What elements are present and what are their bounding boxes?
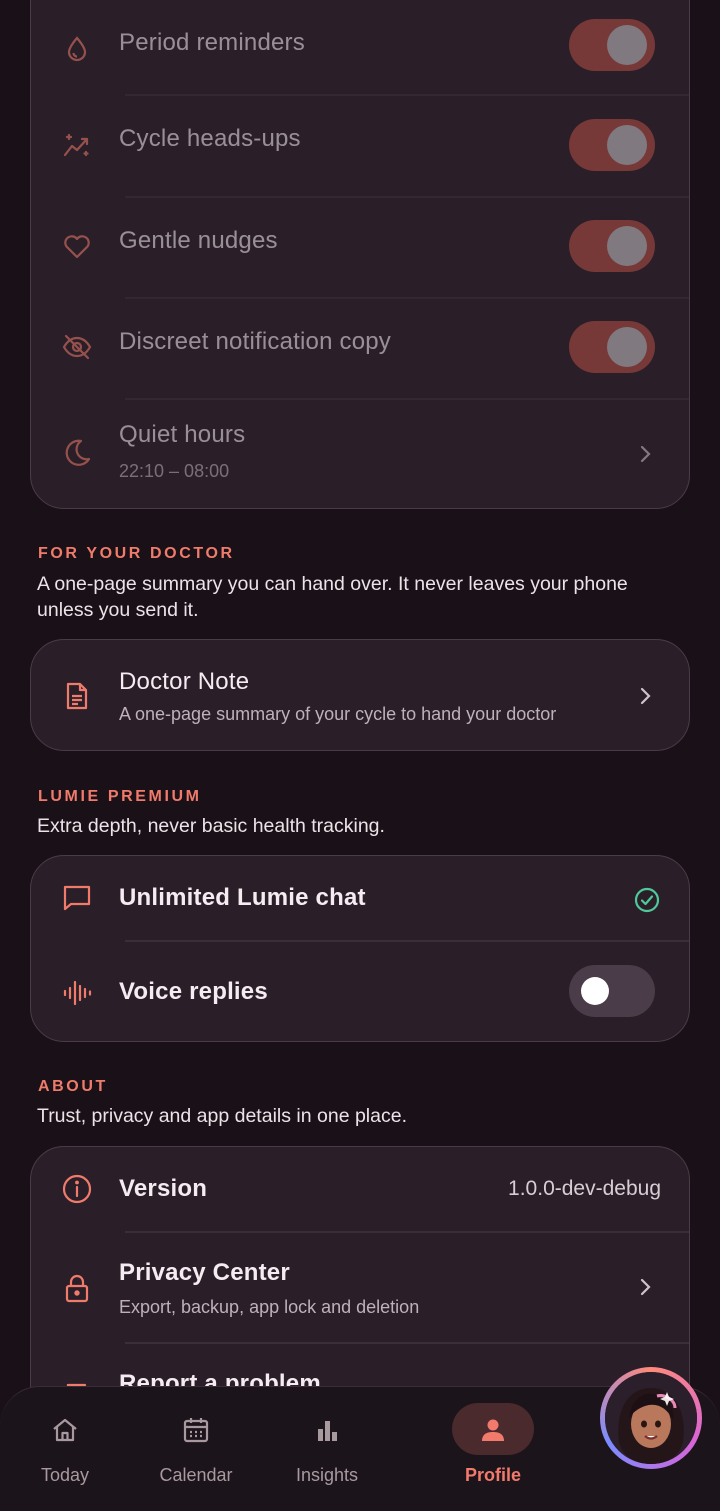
- version-label: Version: [119, 1175, 208, 1202]
- quiet-hours-value: 22:10 – 08:00: [119, 461, 230, 481]
- check-circle-icon: [633, 886, 661, 914]
- discreet-copy-toggle[interactable]: [569, 321, 655, 373]
- period-reminders-row[interactable]: Period reminders: [31, 1, 689, 103]
- voice-replies-row[interactable]: Voice replies: [31, 942, 689, 1041]
- sparkle-trend-icon: [59, 127, 95, 163]
- about-section-desc: Trust, privacy and app details in one pl…: [37, 1105, 407, 1127]
- nav-calendar[interactable]: Calendar: [131, 1387, 261, 1511]
- doctor-section-title: FOR YOUR DOCTOR: [38, 545, 235, 562]
- voice-replies-toggle[interactable]: [569, 965, 655, 1017]
- nav-today[interactable]: Today: [0, 1387, 130, 1511]
- voice-replies-label: Voice replies: [119, 978, 268, 1005]
- cycle-heads-ups-label: Cycle heads-ups: [119, 125, 301, 152]
- doctor-section-desc: A one-page summary you can hand over. It…: [37, 573, 628, 621]
- unlimited-chat-row[interactable]: Unlimited Lumie chat: [31, 856, 689, 941]
- premium-section-desc: Extra depth, never basic health tracking…: [37, 815, 385, 837]
- quiet-hours-row[interactable]: Quiet hours 22:10 – 08:00: [31, 399, 689, 508]
- period-reminders-label: Period reminders: [119, 29, 305, 56]
- gentle-nudges-toggle[interactable]: [569, 220, 655, 272]
- cycle-heads-ups-toggle[interactable]: [569, 119, 655, 171]
- profile-screen: Period reminders Cycle heads-ups Gentle …: [0, 0, 720, 1511]
- period-reminders-toggle[interactable]: [569, 19, 655, 71]
- toggle-knob: [607, 25, 647, 65]
- version-value: 1.0.0-dev-debug: [508, 1177, 661, 1200]
- lock-icon: [59, 1270, 95, 1306]
- privacy-center-sub: Export, backup, app lock and deletion: [119, 1297, 420, 1317]
- info-icon: [59, 1171, 95, 1207]
- avatar: [605, 1372, 697, 1464]
- version-row: Version 1.0.0-dev-debug: [31, 1147, 689, 1231]
- soundwave-icon: [59, 975, 95, 1011]
- doctor-note-sub: A one-page summary of your cycle to hand…: [119, 704, 557, 724]
- discreet-copy-label: Discreet notification copy: [119, 328, 391, 355]
- toggle-knob: [607, 327, 647, 367]
- chat-bubble-icon: [59, 880, 95, 916]
- premium-card: Unlimited Lumie chat Voice replies: [30, 855, 690, 1042]
- heart-icon: [59, 228, 95, 264]
- cycle-heads-ups-row[interactable]: Cycle heads-ups: [31, 95, 689, 196]
- moon-icon: [59, 435, 95, 471]
- doctor-note-card[interactable]: Doctor Note A one-page summary of your c…: [30, 639, 690, 751]
- calendar-icon: [181, 1415, 211, 1445]
- unlimited-chat-label: Unlimited Lumie chat: [119, 884, 366, 911]
- premium-section-title: LUMIE PREMIUM: [38, 788, 202, 805]
- about-section-title: ABOUT: [38, 1078, 108, 1095]
- nav-insights[interactable]: Insights: [262, 1387, 392, 1511]
- toggle-knob: [607, 125, 647, 165]
- nav-calendar-label: Calendar: [159, 1465, 233, 1485]
- chevron-right-icon: [639, 443, 653, 465]
- quiet-hours-label: Quiet hours: [119, 421, 246, 448]
- nav-insights-label: Insights: [295, 1465, 359, 1485]
- assistant-avatar-button[interactable]: [600, 1367, 702, 1469]
- drop-icon: [59, 31, 95, 67]
- home-icon: [50, 1415, 80, 1445]
- discreet-copy-row[interactable]: Discreet notification copy: [31, 298, 689, 398]
- privacy-center-label: Privacy Center: [119, 1259, 290, 1286]
- toggle-knob: [581, 977, 609, 1005]
- disabled-overlay-group: Period reminders Cycle heads-ups Gentle …: [31, 0, 689, 508]
- notification-settings-card: Period reminders Cycle heads-ups Gentle …: [30, 0, 690, 509]
- nav-profile[interactable]: Profile: [428, 1387, 558, 1511]
- gentle-nudges-row[interactable]: Gentle nudges: [31, 197, 689, 298]
- eye-off-icon: [59, 329, 95, 365]
- document-icon: [59, 678, 95, 714]
- gentle-nudges-label: Gentle nudges: [119, 227, 278, 254]
- person-icon: [478, 1415, 508, 1445]
- privacy-center-row[interactable]: Privacy Center Export, backup, app lock …: [31, 1232, 689, 1342]
- doctor-note-label: Doctor Note: [119, 668, 250, 695]
- nav-profile-label: Profile: [464, 1465, 521, 1485]
- chevron-right-icon: [639, 1276, 653, 1298]
- bar-chart-icon: [312, 1415, 342, 1445]
- nav-today-label: Today: [40, 1465, 90, 1485]
- chevron-right-icon: [639, 685, 653, 707]
- toggle-knob: [607, 226, 647, 266]
